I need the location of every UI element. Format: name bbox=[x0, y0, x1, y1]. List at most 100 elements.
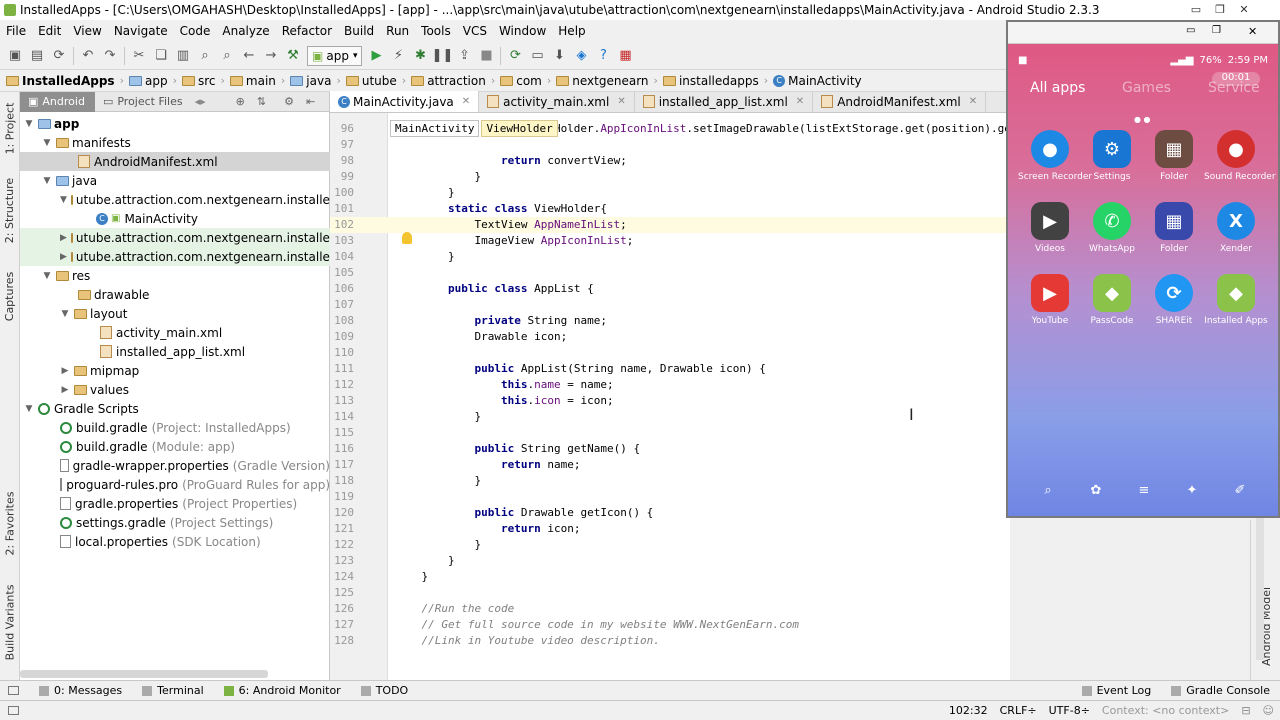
expand-arrow-icon[interactable]: ▼ bbox=[60, 309, 70, 319]
tree-item-package[interactable]: ▼ utube.attraction.com.nextgenearn.instal… bbox=[20, 190, 330, 209]
caret-position[interactable]: 102:32 bbox=[943, 704, 994, 717]
breadcrumb-item[interactable]: main bbox=[228, 74, 278, 88]
menu-help[interactable]: Help bbox=[552, 24, 591, 38]
tab-scroll-icon[interactable]: ◂▸ bbox=[195, 95, 206, 108]
tree-item-activity-main[interactable]: activity_main.xml bbox=[20, 323, 330, 342]
tab-captures[interactable]: Captures bbox=[2, 268, 18, 324]
tree-item-gradle-wrapper[interactable]: gradle-wrapper.properties (Gradle Version… bbox=[20, 456, 330, 475]
tab-all-apps[interactable]: All apps bbox=[1030, 80, 1085, 96]
app-shareit[interactable]: ⟳ SHAREit bbox=[1142, 274, 1206, 326]
app-installed-apps[interactable]: ◆ Installed Apps bbox=[1204, 274, 1268, 326]
debug-icon[interactable]: ✱ bbox=[409, 45, 431, 67]
tree-item-installed-app-list[interactable]: installed_app_list.xml bbox=[20, 342, 330, 361]
editor-crumb-class[interactable]: MainActivity bbox=[390, 120, 480, 137]
horizontal-scrollbar[interactable] bbox=[20, 670, 268, 678]
menu-vcs[interactable]: VCS bbox=[457, 24, 493, 38]
tab-build-variants[interactable]: Build Variants bbox=[2, 580, 18, 664]
close-icon[interactable]: ✕ bbox=[1248, 25, 1257, 38]
app-screen-recorder[interactable]: ● Screen Recorder bbox=[1018, 130, 1092, 182]
theme-icon[interactable]: ✐ bbox=[1230, 483, 1250, 503]
tab-activity-main-xml[interactable]: activity_main.xml ✕ bbox=[479, 91, 635, 112]
tree-item-settings-gradle[interactable]: settings.gradle (Project Settings) bbox=[20, 513, 330, 532]
scroll-from-source-icon[interactable]: ⊕ bbox=[236, 95, 245, 108]
code-line[interactable]: 106 public class AppList { bbox=[330, 281, 1010, 297]
tree-item-values[interactable]: ▶ values bbox=[20, 380, 330, 399]
tree-item-package-test[interactable]: ▶ utube.attraction.com.nextgenearn.instal… bbox=[20, 247, 330, 266]
code-line[interactable]: 124 } bbox=[330, 569, 1010, 585]
inspector-icon[interactable]: ☺ bbox=[1257, 704, 1280, 717]
tool-terminal[interactable]: Terminal bbox=[132, 684, 214, 697]
app-passcode[interactable]: ◆ PassCode bbox=[1080, 274, 1144, 326]
menu-file[interactable]: File bbox=[0, 24, 32, 38]
hide-panel-icon[interactable]: ⇤ bbox=[306, 95, 315, 108]
back-icon[interactable]: ← bbox=[238, 45, 260, 67]
lock-icon[interactable]: ⊟ bbox=[1235, 704, 1256, 717]
lightbulb-icon[interactable] bbox=[402, 232, 412, 244]
replace-icon[interactable]: ⌕ bbox=[216, 45, 238, 67]
collapse-all-icon[interactable]: ⇅ bbox=[257, 95, 266, 108]
copy-icon[interactable]: ❏ bbox=[150, 45, 172, 67]
tab-project-files[interactable]: ▭ Project Files bbox=[95, 95, 191, 108]
minimize-icon[interactable]: ▭ bbox=[1186, 25, 1195, 36]
close-tab-icon[interactable]: ✕ bbox=[462, 96, 470, 107]
editor-crumb-inner-class[interactable]: ViewHolder bbox=[481, 120, 558, 137]
close-icon[interactable]: ✕ bbox=[1232, 0, 1256, 18]
menu-navigate[interactable]: Navigate bbox=[108, 24, 174, 38]
sync-icon[interactable]: ⟳ bbox=[48, 45, 70, 67]
code-line[interactable]: 104 } bbox=[330, 249, 1010, 265]
menu-analyze[interactable]: Analyze bbox=[216, 24, 275, 38]
restore-icon[interactable]: ❐ bbox=[1212, 25, 1221, 36]
save-icon[interactable]: ▤ bbox=[26, 45, 48, 67]
tree-item-java[interactable]: ▼ java bbox=[20, 171, 330, 190]
code-line[interactable]: 121 return icon; bbox=[330, 521, 1010, 537]
code-line[interactable]: 110 bbox=[330, 345, 1010, 361]
find-icon[interactable]: ⌕ bbox=[194, 45, 216, 67]
tab-service[interactable]: Service bbox=[1208, 80, 1260, 96]
line-separator[interactable]: CRLF÷ bbox=[994, 704, 1043, 717]
expand-arrow-icon[interactable]: ▶ bbox=[60, 385, 70, 395]
menu-build[interactable]: Build bbox=[338, 24, 380, 38]
settings-icon[interactable]: ✿ bbox=[1086, 483, 1106, 503]
tree-item-package-androidtest[interactable]: ▶ utube.attraction.com.nextgenearn.instal… bbox=[20, 228, 330, 247]
code-line[interactable]: 103 ImageView AppIconInList; bbox=[330, 233, 1010, 249]
menu-refactor[interactable]: Refactor bbox=[276, 24, 338, 38]
tab-favorites[interactable]: 2: Favorites bbox=[2, 488, 18, 558]
breadcrumb-item[interactable]: nextgenearn bbox=[554, 74, 650, 88]
tool-todo[interactable]: TODO bbox=[351, 684, 419, 697]
code-area[interactable]: 96 listViewHolder.AppIconInList.setImage… bbox=[330, 113, 1010, 680]
code-line[interactable]: 102 TextView AppNameInList; bbox=[330, 217, 1010, 233]
app-settings[interactable]: ⚙ Settings bbox=[1080, 130, 1144, 182]
menu-edit[interactable]: Edit bbox=[32, 24, 67, 38]
help-icon[interactable]: ? bbox=[592, 45, 614, 67]
file-encoding[interactable]: UTF-8÷ bbox=[1043, 704, 1096, 717]
code-line[interactable]: 109 Drawable icon; bbox=[330, 329, 1010, 345]
expand-arrow-icon[interactable]: ▼ bbox=[42, 271, 52, 281]
code-line[interactable]: 117 return name; bbox=[330, 457, 1010, 473]
tree-item-build-gradle-project[interactable]: build.gradle (Project: InstalledApps) bbox=[20, 418, 330, 437]
expand-arrow-icon[interactable]: ▶ bbox=[60, 252, 67, 262]
code-line[interactable]: 114 } bbox=[330, 409, 1010, 425]
open-folder-icon[interactable]: ▣ bbox=[4, 45, 26, 67]
tree-item-app[interactable]: ▼ app bbox=[20, 114, 330, 133]
tool-android-monitor[interactable]: 6: Android Monitor bbox=[214, 684, 351, 697]
code-line[interactable]: 101 static class ViewHolder{ bbox=[330, 201, 1010, 217]
tree-item-res[interactable]: ▼ res bbox=[20, 266, 330, 285]
breadcrumb-item[interactable]: utube bbox=[344, 74, 399, 88]
code-line[interactable]: 122 } bbox=[330, 537, 1010, 553]
search-icon[interactable]: ⌕ bbox=[1038, 483, 1058, 503]
avd-manager-icon[interactable]: ▭ bbox=[526, 45, 548, 67]
menu-run[interactable]: Run bbox=[380, 24, 415, 38]
tree-item-gradle-scripts[interactable]: ▼ Gradle Scripts bbox=[20, 399, 330, 418]
code-line[interactable]: 128 //Link in Youtube video description. bbox=[330, 633, 1010, 649]
tree-item-gradle-properties[interactable]: gradle.properties (Project Properties) bbox=[20, 494, 330, 513]
toggle-tool-windows-icon[interactable] bbox=[8, 686, 19, 695]
breadcrumb-item[interactable]: InstalledApps bbox=[4, 74, 117, 88]
tab-games[interactable]: Games bbox=[1122, 80, 1171, 96]
code-line[interactable]: 97 bbox=[330, 137, 1010, 153]
code-line[interactable]: 100 } bbox=[330, 185, 1010, 201]
code-line[interactable]: 127 // Get full source code in my websit… bbox=[330, 617, 1010, 633]
breadcrumb-item[interactable]: C MainActivity bbox=[771, 74, 864, 88]
make-project-icon[interactable]: ⚒ bbox=[282, 45, 304, 67]
app-xender[interactable]: X Xender bbox=[1204, 202, 1268, 254]
code-line[interactable]: 107 bbox=[330, 297, 1010, 313]
